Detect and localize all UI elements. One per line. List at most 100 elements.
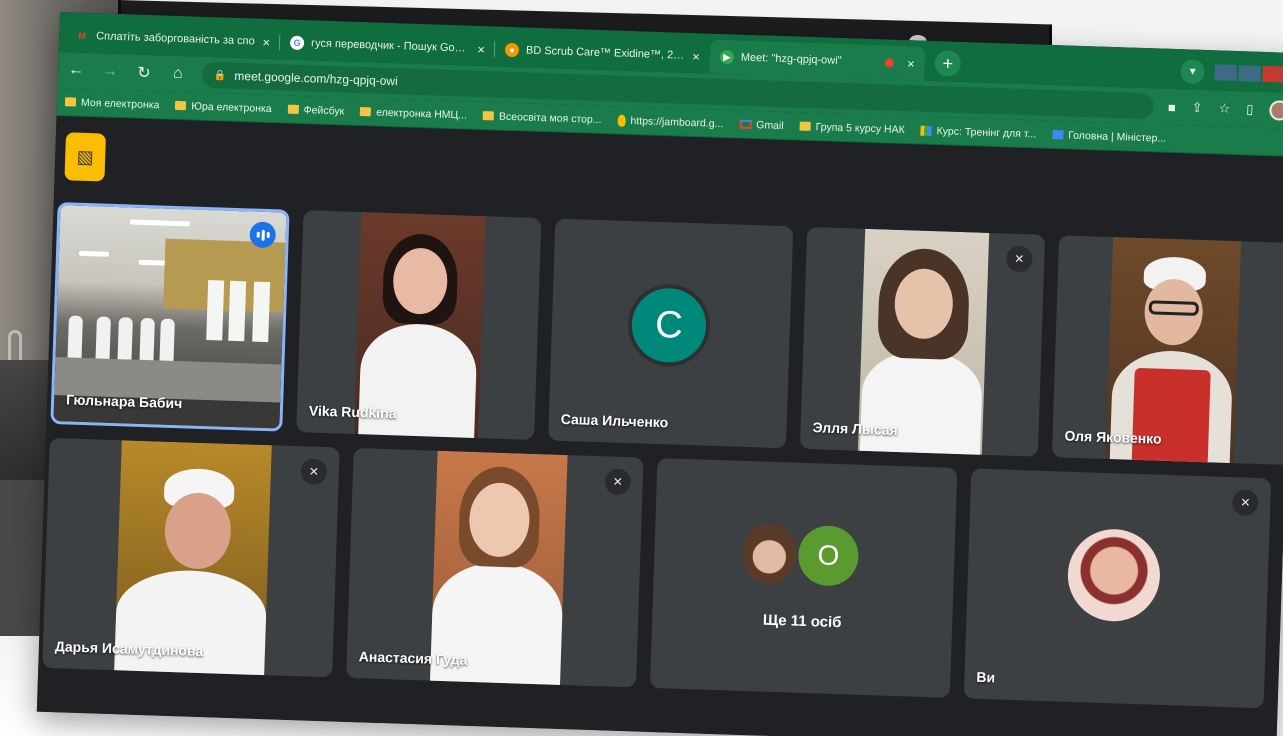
forward-arrow-icon[interactable]: → xyxy=(100,62,121,81)
bookmark-label: Курс: Тренінг для т... xyxy=(936,124,1037,140)
bookmark-label: Всеосвіта моя стор... xyxy=(498,110,602,126)
more-participants-tile[interactable]: O Ще 11 осіб xyxy=(649,458,958,698)
participant-name: Анастасия Гуда xyxy=(358,648,468,668)
participant-tile[interactable]: ✕ Элля Лысая xyxy=(799,226,1046,457)
cook-figure xyxy=(159,318,175,365)
bookmark-item[interactable]: Моя електронка xyxy=(64,96,160,111)
camera-icon[interactable]: ■ xyxy=(1168,99,1176,114)
profile-avatar[interactable] xyxy=(1269,100,1283,121)
close-icon[interactable]: × xyxy=(907,56,915,71)
bookmark-item[interactable]: Курс: Тренінг для т... xyxy=(920,124,1036,140)
reload-icon[interactable]: ↻ xyxy=(134,62,155,83)
bookmark-label: електронка НМЦ... xyxy=(376,106,468,122)
participant-tile[interactable]: Оля Яковенко xyxy=(1051,235,1283,466)
participant-tile[interactable]: Vika Rudkina xyxy=(296,210,542,440)
red-apron xyxy=(1131,367,1211,466)
window xyxy=(206,280,225,341)
tab-search-button[interactable]: ▼ xyxy=(1180,59,1206,84)
lock-icon: 🔒 xyxy=(213,69,227,82)
participant-name: Оля Яковенко xyxy=(1064,427,1162,447)
home-icon[interactable]: ⌂ xyxy=(168,65,189,84)
new-tab-button[interactable]: + xyxy=(934,50,962,77)
close-window-button[interactable] xyxy=(1262,65,1283,83)
folder-icon xyxy=(175,100,187,111)
close-icon[interactable]: × xyxy=(692,48,700,63)
chart-icon xyxy=(920,125,932,136)
tab-meet[interactable]: ▶ Meet: "hzg-qpjq-owi" × xyxy=(709,39,926,81)
minimize-button[interactable] xyxy=(1214,64,1237,82)
toolbar-actions: ■ ⇪ ☆ ▯ xyxy=(1168,97,1283,121)
participant-avatar: C xyxy=(626,283,712,368)
bookmark-item[interactable]: Головна | Міністер... xyxy=(1052,128,1166,144)
participant-tile[interactable]: ✕ Анастасия Гуда xyxy=(346,447,644,688)
folder-icon xyxy=(287,104,299,114)
bookmark-item[interactable]: https://jamboard.g... xyxy=(617,114,723,130)
ceiling-light xyxy=(78,250,110,257)
back-arrow-icon[interactable]: ← xyxy=(66,61,87,80)
tab-title: Meet: "hzg-qpjq-owi" xyxy=(740,51,842,67)
folder-icon xyxy=(64,97,77,107)
bookmark-item[interactable]: Група 5 курсу НАК xyxy=(799,120,905,136)
meet-icon: ▶ xyxy=(719,49,735,65)
gmail-icon: M xyxy=(78,30,87,41)
participant-video xyxy=(429,450,568,688)
close-icon[interactable]: × xyxy=(477,41,485,56)
participant-avatar xyxy=(1066,527,1162,623)
face xyxy=(163,491,233,570)
tab-title: Сплатіть заборгованість за спо xyxy=(96,30,255,48)
participant-tile[interactable]: ✕ Ви xyxy=(963,468,1272,709)
presentation-icon[interactable]: ▧ xyxy=(64,132,106,182)
more-participants-label: Ще 11 осіб xyxy=(762,611,842,632)
chevron-down-icon: ▼ xyxy=(1187,65,1198,78)
bookmark-item[interactable]: Фейсбук xyxy=(287,103,344,117)
jamboard-icon xyxy=(617,114,626,127)
chef-jacket xyxy=(113,568,268,678)
cook-figure xyxy=(95,316,111,363)
glasses xyxy=(1148,300,1200,316)
tab-gmail[interactable]: M Сплатіть заборгованість за спо × xyxy=(65,18,281,59)
mic-off-icon: ✕ xyxy=(604,468,632,496)
chef-jacket xyxy=(859,348,984,457)
bookmark-item[interactable]: Юра електронка xyxy=(175,99,272,115)
star-icon[interactable]: ☆ xyxy=(1218,100,1230,116)
bookmark-label: Моя електронка xyxy=(80,96,160,111)
bd-icon: ● xyxy=(504,42,520,58)
tab-bd-scrub[interactable]: ● BD Scrub Care™ Exidine™, 2 CHG × xyxy=(494,32,710,73)
close-icon[interactable]: × xyxy=(262,34,270,49)
participant-tile[interactable]: Гюльнара Бабич xyxy=(50,202,290,432)
participant-name: Vika Rudkina xyxy=(308,402,397,422)
mic-off-icon: ✕ xyxy=(1231,489,1259,516)
site-icon xyxy=(1052,129,1064,140)
chef-jacket xyxy=(357,322,478,440)
participant-video xyxy=(113,440,272,678)
share-icon[interactable]: ⇪ xyxy=(1191,100,1203,116)
participant-avatar xyxy=(741,522,798,585)
participant-tile[interactable]: ✕ Дарья Исамутдинова xyxy=(42,437,340,678)
folder-icon xyxy=(360,107,372,117)
participant-tile[interactable]: C Саша Ильченко xyxy=(548,218,794,449)
window-controls xyxy=(1214,64,1283,83)
meet-grid: ▧ Гюльнара Бабич Vika Rudkina C Саша Иль… xyxy=(36,115,1283,736)
cook-figure xyxy=(67,315,83,362)
bookmark-item[interactable]: Gmail xyxy=(739,118,784,132)
monitor-screen: M Сплатіть заборгованість за спо × G гус… xyxy=(36,12,1283,736)
participant-name: Саша Ильченко xyxy=(560,410,669,431)
gmail-icon xyxy=(739,119,752,129)
bookmark-item[interactable]: Всеосвіта моя стор... xyxy=(482,110,602,126)
window xyxy=(252,281,271,343)
chef-jacket xyxy=(429,560,564,688)
maximize-button[interactable] xyxy=(1238,65,1261,82)
sidebar-icon[interactable]: ▯ xyxy=(1246,101,1254,117)
bookmark-item[interactable]: електронка НМЦ... xyxy=(360,106,468,122)
folder-icon xyxy=(799,121,811,131)
participant-name: Элля Лысая xyxy=(812,419,899,439)
bookmark-label: Gmail xyxy=(756,118,784,132)
bookmark-label: Головна | Міністер... xyxy=(1068,128,1167,145)
tab-google-search[interactable]: G гуся переводчик - Пошук Google × xyxy=(280,25,496,66)
bookmark-label: Фейсбук xyxy=(303,103,345,117)
cook-figure xyxy=(139,317,155,365)
ceiling-light xyxy=(129,219,191,227)
google-icon: G xyxy=(289,35,305,51)
folder-icon xyxy=(482,111,495,121)
bookmark-label: Юра електронка xyxy=(191,99,272,115)
